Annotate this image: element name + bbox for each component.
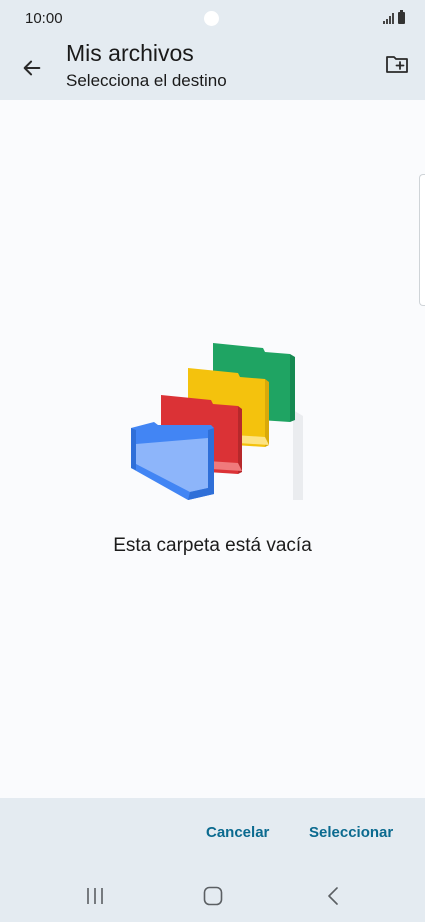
navigation-bar — [0, 868, 425, 922]
new-folder-button[interactable] — [381, 50, 413, 78]
nav-back-button[interactable] — [313, 882, 353, 910]
status-time: 10:00 — [25, 10, 63, 27]
folder-content: Esta carpeta está vacía — [0, 100, 425, 798]
back-button[interactable] — [14, 50, 50, 86]
select-button[interactable]: Seleccionar — [309, 824, 393, 841]
folder-plus-icon — [386, 56, 408, 73]
chevron-left-icon — [328, 887, 338, 905]
arrow-left-icon — [23, 60, 41, 76]
battery-icon — [398, 10, 405, 24]
cancel-button[interactable]: Cancelar — [206, 824, 269, 841]
action-bar: Cancelar Seleccionar — [0, 798, 425, 868]
status-bar: 10:00 — [0, 0, 425, 38]
page-title: Mis archivos — [66, 40, 194, 66]
signal-icon — [383, 13, 394, 24]
page-subtitle: Selecciona el destino — [66, 71, 227, 90]
status-icons — [383, 10, 405, 24]
home-button[interactable] — [193, 882, 233, 910]
empty-folders-illustration — [131, 343, 303, 500]
camera-cutout — [204, 11, 219, 26]
scroll-handle[interactable] — [419, 174, 425, 306]
app-bar: Mis archivos Selecciona el destino — [0, 38, 425, 100]
recent-apps-button[interactable] — [75, 882, 115, 910]
empty-folder-message: Esta carpeta está vacía — [113, 535, 312, 556]
recent-apps-icon — [87, 888, 103, 904]
home-icon — [203, 886, 223, 906]
